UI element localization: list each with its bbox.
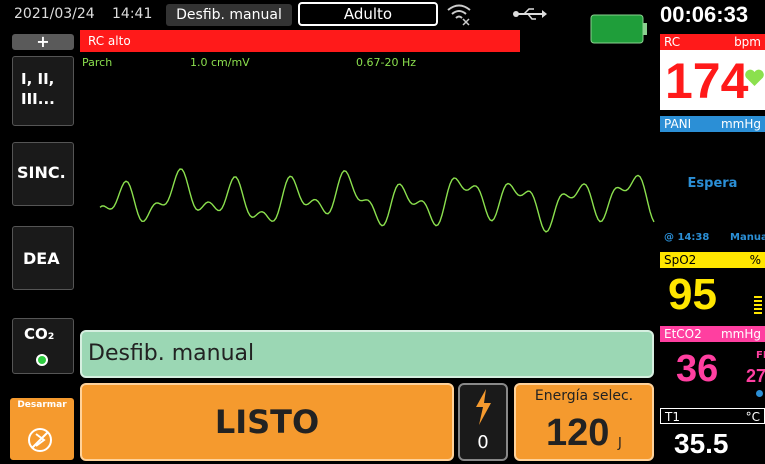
lead-select-button[interactable]: I, II, III... <box>12 56 74 126</box>
co2-status-indicator <box>36 354 48 366</box>
etco2-unit: mmHg <box>720 327 761 341</box>
spo2-unit: % <box>749 253 761 267</box>
time-display: 14:41 <box>112 6 153 22</box>
mode-indicator: Desfib. manual <box>166 4 292 26</box>
alarm-banner[interactable]: RC alto <box>80 30 520 52</box>
defib-status-bar: Desfib. manual <box>80 330 654 378</box>
aed-button[interactable]: DEA <box>12 226 74 290</box>
energy-value: 120 <box>546 412 610 454</box>
ready-indicator[interactable]: LISTO <box>80 383 454 461</box>
ecg-waveform <box>99 168 655 233</box>
etco2-header[interactable]: EtCO2 mmHg <box>660 326 765 342</box>
resp-rate-label: FR <box>756 350 765 361</box>
nibp-status: Espera <box>687 176 738 191</box>
hr-label: RC <box>664 35 681 49</box>
energy-label: Energía selec. <box>534 388 634 404</box>
hr-value: 174 <box>665 53 749 109</box>
patient-type-selector[interactable]: Adulto <box>298 2 438 26</box>
etco2-indicator <box>756 390 763 397</box>
date-display: 2021/03/24 <box>14 6 95 22</box>
add-button[interactable]: + <box>12 34 74 50</box>
temp-unit: °C <box>745 410 760 424</box>
ecg-filter-label: 0.67-20 Hz <box>356 56 417 69</box>
sync-button[interactable]: SINC. <box>12 142 74 206</box>
temp-value: 35.5 <box>674 428 729 459</box>
resp-rate-value: 27 <box>746 366 765 386</box>
ecg-gain-label: 1.0 cm/mV <box>190 56 250 69</box>
battery-icon <box>590 14 647 44</box>
etco2-value: 36 <box>676 348 719 390</box>
temp-header[interactable]: T1 °C <box>660 408 765 424</box>
disarm-label: Desarmar <box>17 400 67 410</box>
nibp-unit: mmHg <box>720 117 761 131</box>
spo2-header[interactable]: SpO2 % <box>660 252 765 268</box>
temp-label: T1 <box>665 410 680 424</box>
heart-icon <box>745 69 764 86</box>
nibp-header[interactable]: PANI mmHg <box>660 116 765 132</box>
wifi-off-icon <box>447 4 471 26</box>
usb-icon <box>513 8 547 20</box>
spo2-label: SpO2 <box>664 253 697 267</box>
energy-unit: J <box>618 436 622 451</box>
nibp-mode: Manual <box>730 232 765 243</box>
lightning-icon <box>476 389 491 425</box>
nibp-label: PANI <box>664 117 692 131</box>
shock-count: 0 <box>477 432 489 453</box>
elapsed-timer: 00:06:33 <box>660 2 749 27</box>
etco2-label: EtCO2 <box>664 327 702 341</box>
hr-unit: bpm <box>734 35 761 49</box>
spo2-value: 95 <box>668 270 717 319</box>
nibp-time: @ 14:38 <box>664 232 710 243</box>
ecg-lead-label: Parch <box>82 56 113 69</box>
hr-header[interactable]: RC bpm <box>660 34 765 50</box>
disarm-icon <box>28 428 52 452</box>
signal-strength-icon <box>754 296 762 314</box>
